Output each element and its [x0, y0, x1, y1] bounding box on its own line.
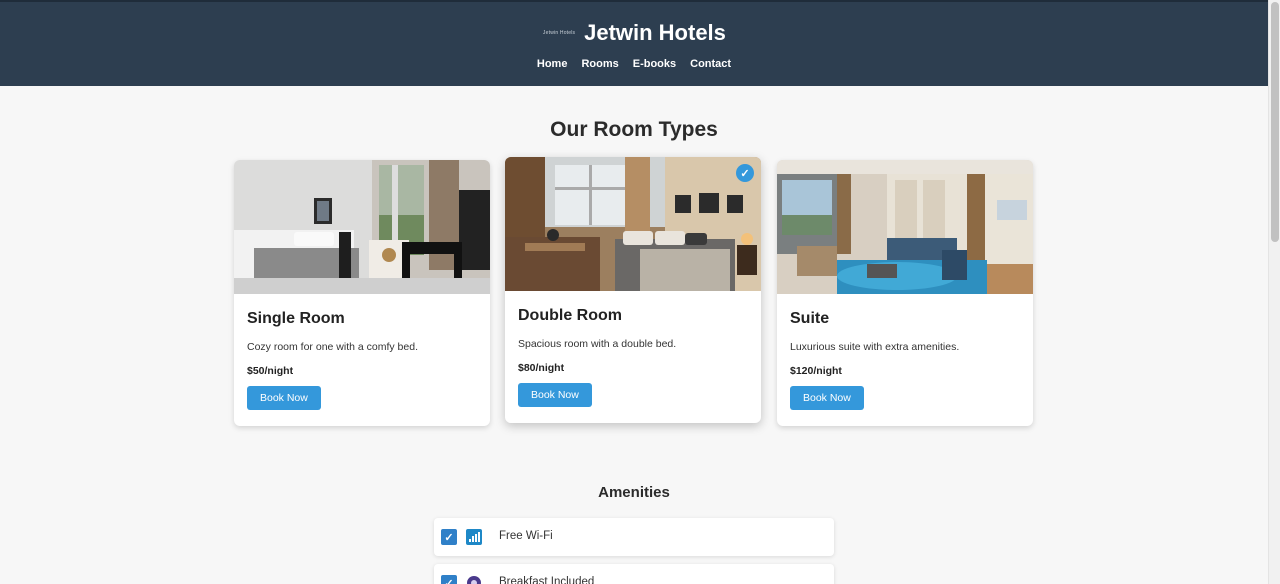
book-now-button[interactable]: Book Now — [518, 383, 592, 407]
suite-room-image — [777, 160, 1033, 294]
room-card-single[interactable]: Single Room Cozy room for one with a com… — [234, 160, 490, 426]
nav-contact[interactable]: Contact — [690, 58, 731, 70]
nav-ebooks[interactable]: E-books — [633, 58, 676, 70]
amenity-label: Breakfast Included — [499, 576, 595, 584]
brand-name: Jetwin Hotels — [584, 20, 726, 45]
breakfast-icon — [466, 575, 482, 584]
card-title: Single Room — [247, 310, 345, 327]
scrollbar-thumb[interactable] — [1271, 2, 1279, 242]
room-card-double[interactable]: ✓ Double Room Spacious room with a doubl… — [505, 157, 761, 423]
wifi-signal-icon — [466, 529, 482, 545]
card-description: Luxurious suite with extra amenities. — [790, 341, 960, 353]
room-card-suite[interactable]: Suite Luxurious suite with extra ameniti… — [777, 160, 1033, 426]
hotel-logo: Jetwin Hotels — [542, 30, 576, 36]
card-title: Double Room — [518, 307, 622, 324]
amenity-checkbox[interactable]: ✓ — [441, 529, 457, 545]
card-description: Cozy room for one with a comfy bed. — [247, 341, 418, 353]
card-description: Spacious room with a double bed. — [518, 338, 677, 350]
card-title: Suite — [790, 310, 830, 327]
nav-rooms[interactable]: Rooms — [581, 58, 618, 70]
main-nav: Home Rooms E-books Contact — [0, 58, 1268, 70]
brand[interactable]: Jetwin Hotels Jetwin Hotels — [0, 20, 1268, 46]
card-price: $120/night — [790, 365, 842, 377]
amenities-section-title: Amenities — [598, 484, 670, 501]
amenity-checkbox[interactable]: ✓ — [441, 575, 457, 584]
page-scrollbar[interactable] — [1268, 0, 1280, 584]
rooms-section-title: Our Room Types — [550, 118, 718, 141]
amenity-item-breakfast[interactable]: ✓ Breakfast Included — [434, 564, 834, 584]
book-now-button[interactable]: Book Now — [247, 386, 321, 410]
book-now-button[interactable]: Book Now — [790, 386, 864, 410]
card-price: $50/night — [247, 365, 294, 377]
double-room-image — [505, 157, 761, 291]
amenity-label: Free Wi-Fi — [499, 530, 553, 542]
card-price: $80/night — [518, 362, 565, 374]
selected-check-icon: ✓ — [736, 164, 754, 182]
site-header: Jetwin Hotels Jetwin Hotels Home Rooms E… — [0, 0, 1268, 86]
amenity-item-wifi[interactable]: ✓ Free Wi-Fi — [434, 518, 834, 556]
nav-home[interactable]: Home — [537, 58, 568, 70]
single-room-image — [234, 160, 490, 294]
